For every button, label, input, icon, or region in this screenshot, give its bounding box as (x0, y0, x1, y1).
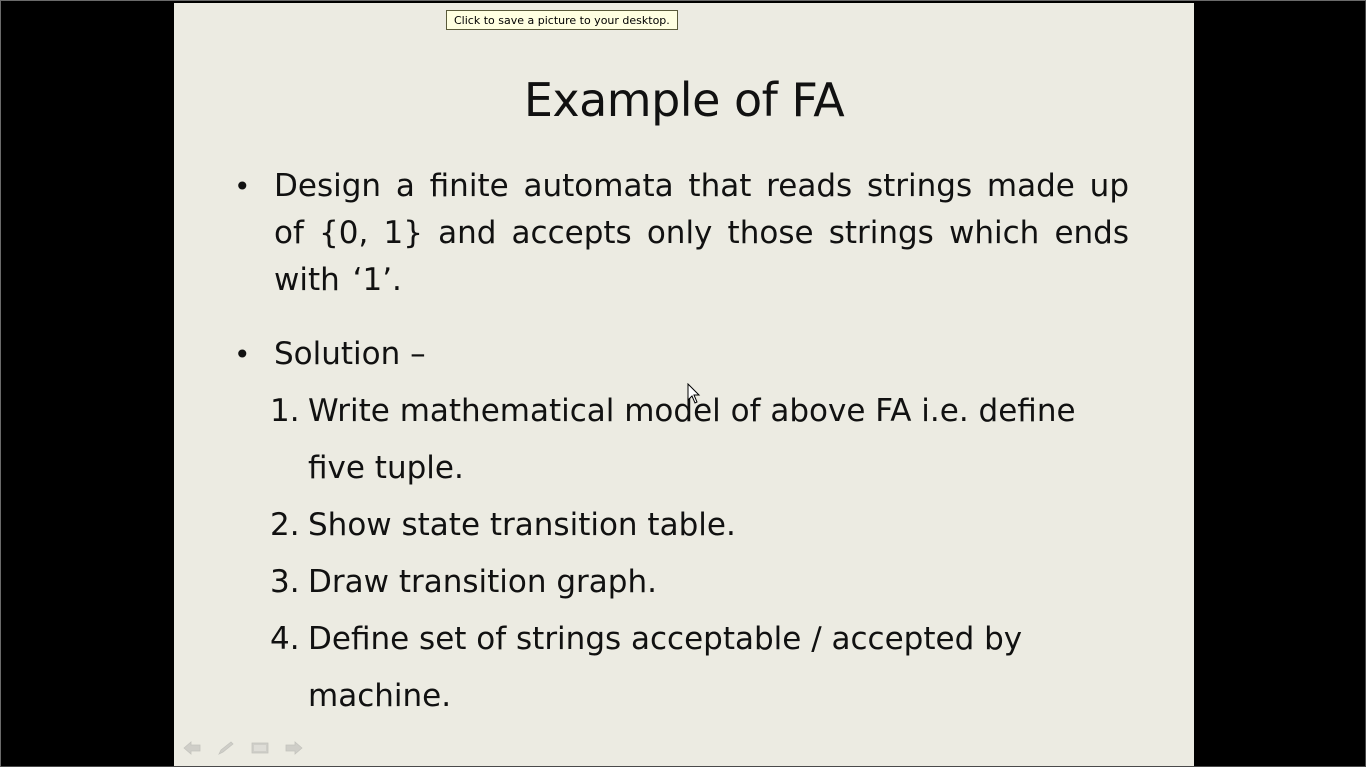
step-text: Draw transition graph. (308, 564, 657, 600)
step-item: 2. Show state transition table. (270, 497, 1130, 554)
step-number: 4. (270, 621, 300, 657)
bullet-text: Design a finite automata that reads stri… (274, 168, 1129, 298)
bullet-marker: • (234, 170, 251, 203)
solution-steps-list: 1. Write mathematical model of above FA … (270, 383, 1130, 725)
bullet-marker: • (234, 338, 251, 371)
slide-title: Example of FA (523, 73, 845, 127)
slideshow-toolbar (182, 738, 304, 758)
previous-slide-icon[interactable] (182, 740, 202, 756)
step-item: 3. Draw transition graph. (270, 554, 1130, 611)
pen-icon[interactable] (216, 740, 236, 756)
step-text: Show state transition table. (308, 507, 736, 543)
slideshow-screen: Click to save a picture to your desktop.… (0, 0, 1366, 767)
bullet-item: • Design a finite automata that reads st… (234, 163, 1134, 313)
bullet-text: Solution – (274, 336, 426, 372)
step-text: Define set of strings acceptable / accep… (308, 621, 1023, 714)
step-number: 2. (270, 507, 300, 543)
bullet-item: • Solution – (234, 331, 1134, 381)
slide-menu-icon[interactable] (250, 740, 270, 756)
next-slide-icon[interactable] (284, 740, 304, 756)
step-text: Write mathematical model of above FA i.e… (308, 393, 1076, 486)
step-item: 4. Define set of strings acceptable / ac… (270, 611, 1130, 725)
step-number: 1. (270, 393, 300, 429)
slide-canvas[interactable]: Click to save a picture to your desktop.… (174, 3, 1194, 766)
mouse-pointer-icon (687, 382, 701, 405)
step-number: 3. (270, 564, 300, 600)
save-picture-tooltip: Click to save a picture to your desktop. (446, 10, 678, 30)
